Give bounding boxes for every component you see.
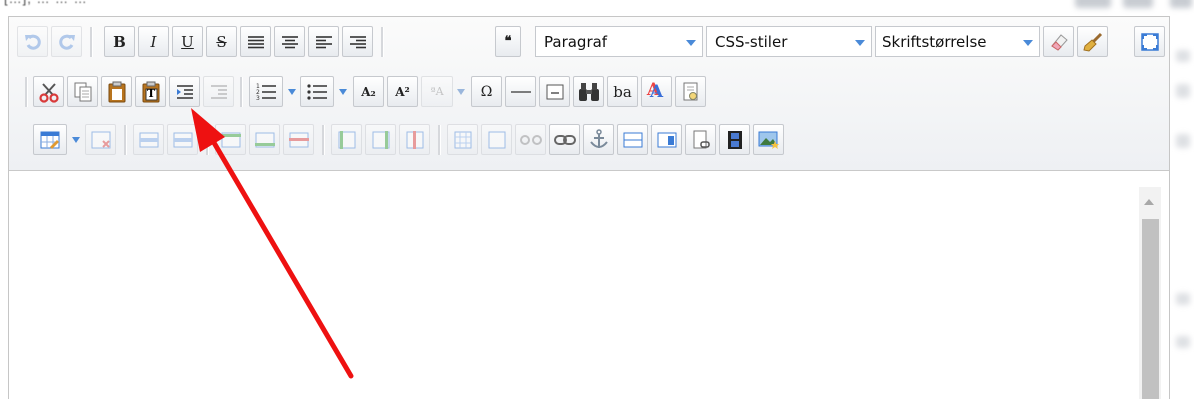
annotation-arrow (191, 108, 354, 379)
